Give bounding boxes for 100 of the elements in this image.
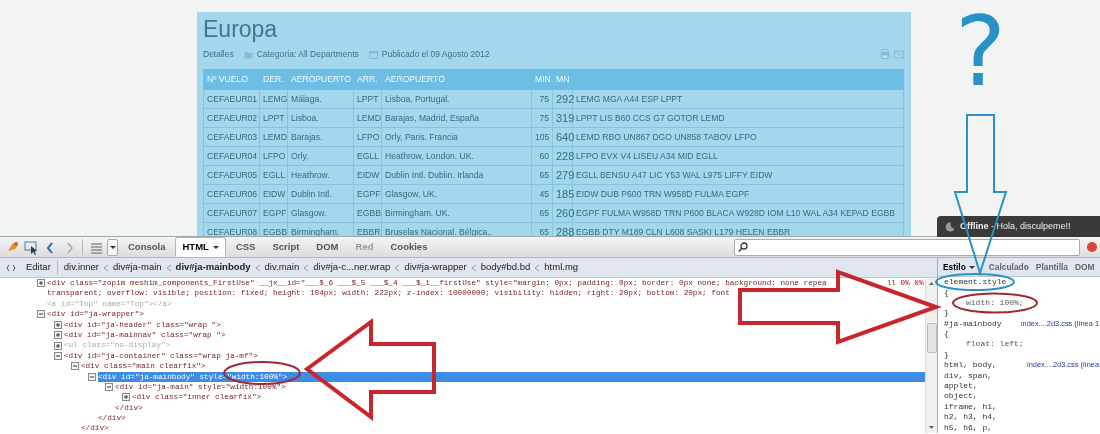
panel-tab[interactable]: DOM: [309, 237, 346, 257]
side-panel-tab[interactable]: Estilo: [941, 260, 977, 274]
breadcrumb-link[interactable]: html.mg: [544, 260, 579, 275]
table-cell: CEFAEUR03: [203, 127, 260, 147]
column-header: ARR.: [353, 69, 382, 90]
table-cell: 279: [552, 165, 573, 185]
collapse-toggle[interactable]: [88, 372, 96, 381]
column-header: MIN.: [531, 69, 553, 90]
collapse-toggle[interactable]: [105, 383, 113, 392]
scrollbar[interactable]: [925, 278, 937, 433]
table-cell: LFPO: [259, 146, 288, 166]
table-cell: Heathrow.: [287, 165, 354, 185]
category-text: Categoría: All Departments: [256, 47, 359, 61]
table-cell: CEFAEUR07: [203, 203, 260, 223]
table-cell: EGBB: [353, 203, 382, 223]
table-cell: Birmingham. UK.: [381, 203, 532, 223]
scrollbar-thumb[interactable]: [926, 323, 937, 353]
article-title: Europa: [203, 16, 279, 42]
table-cell: 60: [531, 146, 553, 166]
scroll-up-icon[interactable]: [928, 280, 935, 287]
css-selector: iframe, h1,: [944, 401, 997, 413]
separator-icon: [394, 263, 401, 272]
panel-tab[interactable]: CSS: [228, 237, 263, 257]
date-text: Publicado el 09 Agosto 2012: [381, 47, 490, 61]
table-cell: Málaga.: [287, 89, 354, 109]
breadcrumb-link[interactable]: div#ja-wrapper: [404, 260, 467, 275]
table-cell: EGPF: [259, 203, 288, 223]
css-declaration: width: 100%;: [966, 297, 1024, 309]
table-cell: 105: [531, 127, 553, 147]
css-selector: applet,: [944, 381, 978, 392]
search-field[interactable]: [734, 238, 1080, 256]
table-cell: Glasgow.: [287, 203, 354, 223]
expand-toggle[interactable]: [54, 320, 62, 329]
edit-button[interactable]: Editar: [20, 260, 58, 275]
folder-icon: [243, 49, 253, 59]
details-label: Detalles: [203, 47, 234, 61]
column-header: MN: [552, 69, 573, 90]
separator-icon: [254, 263, 261, 272]
column-header: AEROPUERTO: [381, 69, 532, 90]
css-declaration: float: left;: [966, 339, 1024, 350]
expand-toggle[interactable]: [37, 279, 45, 288]
table-cell: Barajas, Madrid, España: [381, 108, 532, 128]
table-cell: CEFAEUR04: [203, 146, 260, 166]
panel-tab[interactable]: Cookies: [383, 237, 435, 257]
table-cell: EIDW: [353, 165, 382, 185]
inspect-icon[interactable]: [23, 239, 39, 255]
table-cell: Lisboa.: [287, 108, 354, 128]
column-header: DER.: [259, 69, 288, 90]
table-cell: 292: [552, 89, 573, 109]
close-icon[interactable]: [1087, 242, 1097, 252]
table-cell: 65: [531, 165, 553, 185]
table-cell: Dublin Intl. Dublin. Irlanda: [381, 165, 532, 185]
table-cell: LFPO: [353, 127, 382, 147]
table-cell: EGPF: [353, 184, 382, 204]
collapse-toggle[interactable]: [37, 310, 45, 319]
search-icon: [738, 242, 748, 252]
breadcrumb-link[interactable]: body#bd.bd: [480, 260, 531, 275]
css-selector: h5, h6, p,: [944, 422, 992, 433]
table-cell: Dublin Intl.: [287, 184, 354, 204]
breadcrumb-link[interactable]: div.inner: [63, 260, 100, 275]
table-cell: 319: [552, 108, 573, 128]
side-panel-tab[interactable]: DOM: [1072, 260, 1097, 274]
separator-icon: [165, 263, 172, 272]
breadcrumb-link[interactable]: div#ja-c...ner.wrap: [313, 260, 391, 275]
side-panel-tab[interactable]: Plantilla: [1033, 260, 1070, 274]
dropdown-button[interactable]: [107, 238, 118, 256]
css-brace: }: [944, 349, 949, 361]
expand-toggle[interactable]: [122, 393, 130, 402]
collapse-toggle[interactable]: [54, 351, 62, 360]
moon-icon: [945, 221, 955, 232]
table-cell: 75: [531, 108, 553, 128]
column-header: AEROPUERTO: [287, 69, 354, 90]
scroll-down-icon[interactable]: [928, 424, 935, 431]
separator-icon: [303, 263, 310, 272]
expand-toggle[interactable]: [54, 341, 62, 350]
table-cell: CEFAEUR06: [203, 184, 260, 204]
css-brace: {: [944, 329, 949, 340]
breadcrumb-link[interactable]: div.main: [264, 260, 300, 275]
table-cell: Glasgow, UK.: [381, 184, 532, 204]
calendar-icon: [368, 49, 378, 59]
breadcrumb-link[interactable]: div#ja-mainbody: [175, 260, 251, 275]
table-cell: CEFAEUR02: [203, 108, 260, 128]
css-selector: html, body,: [944, 360, 997, 371]
css-selector: h2, h3, h4,: [944, 412, 997, 423]
table-cell: Lisboa, Portugal.: [381, 89, 532, 109]
side-panel-tab[interactable]: Calculado: [986, 260, 1031, 274]
table-cell: LEMG: [259, 89, 288, 109]
table-cell: EGLL: [353, 146, 382, 166]
panel-tab[interactable]: HTML: [175, 237, 226, 257]
table-cell: Orly.: [287, 146, 354, 166]
css-selector: element.style: [944, 277, 1007, 288]
expand-toggle[interactable]: [54, 331, 62, 340]
panel-tab[interactable]: Script: [265, 237, 307, 257]
panel-tab[interactable]: Consola: [121, 237, 173, 257]
collapse-toggle[interactable]: [71, 362, 79, 371]
breadcrumb-link[interactable]: div#ja-main: [113, 260, 162, 275]
table-cell: 75: [531, 89, 553, 109]
question-mark: ?: [955, 2, 1006, 102]
css-selector: div, span,: [944, 370, 992, 382]
table-cell: EGLL: [259, 165, 288, 185]
